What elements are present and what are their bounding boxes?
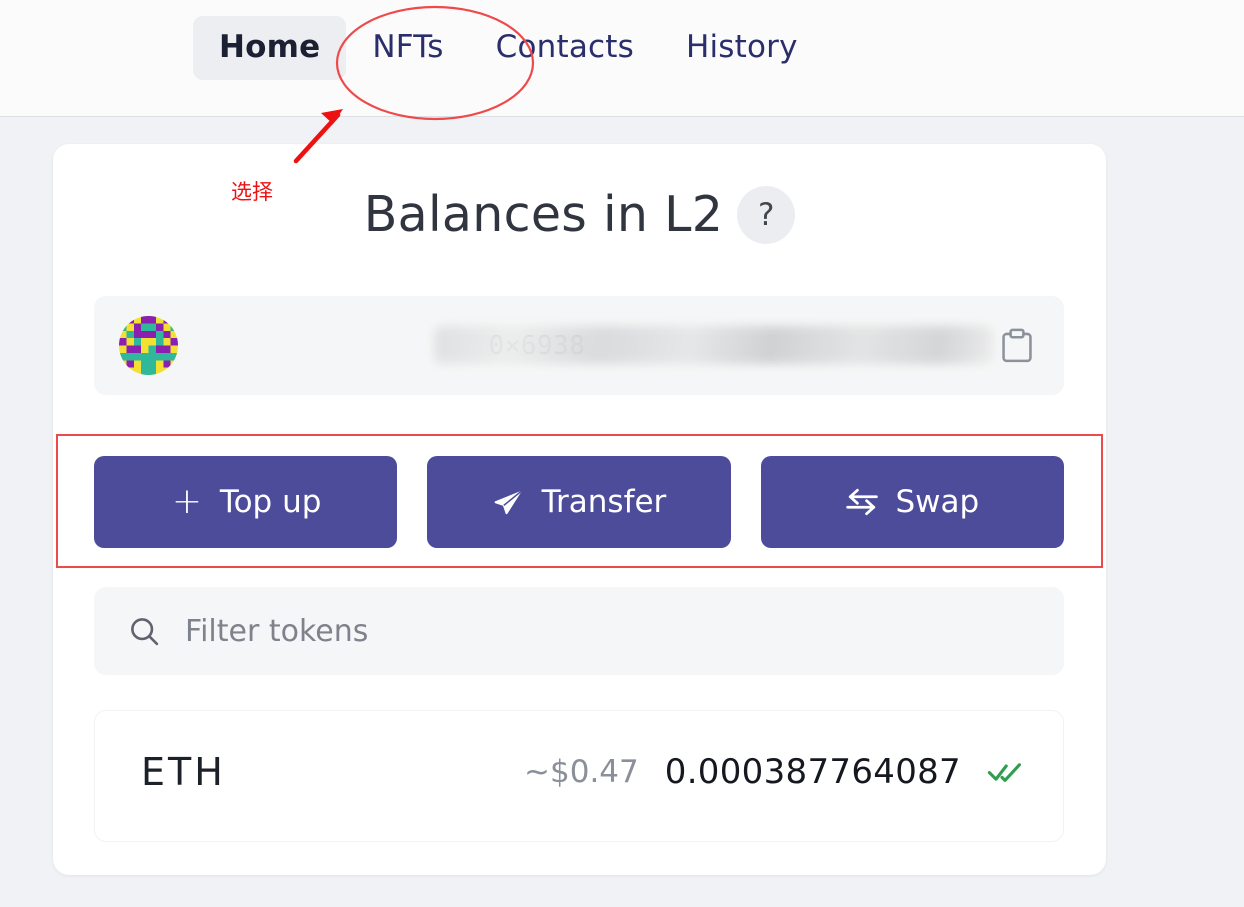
token-list: ETH ~$0.47 0.000387764087 <box>94 710 1064 842</box>
filter-tokens-input[interactable] <box>185 603 1064 659</box>
swap-label: Swap <box>895 484 980 520</box>
nav-tab-home-label: Home <box>219 29 321 65</box>
plus-icon: + <box>170 481 204 522</box>
address-redaction-blur <box>434 326 994 364</box>
token-filter-box[interactable] <box>94 587 1064 675</box>
nav-tab-history-label: History <box>685 29 798 65</box>
nav-tab-contacts[interactable]: Contacts <box>470 16 660 80</box>
transfer-label: Transfer <box>541 484 667 520</box>
account-address-row[interactable]: 0×6938 <box>94 296 1064 395</box>
paper-plane-svg <box>494 489 523 514</box>
token-symbol: ETH <box>141 750 226 794</box>
identicon-svg <box>119 316 178 375</box>
token-usd-value: ~$0.47 <box>524 754 639 790</box>
swap-arrows-svg <box>846 488 879 516</box>
top-up-label: Top up <box>219 484 322 520</box>
nav-tab-history[interactable]: History <box>660 16 824 80</box>
send-paper-plane-icon <box>492 485 526 519</box>
help-question-icon[interactable]: ? <box>737 186 796 244</box>
account-address-text-wrap: 0×6938 <box>178 296 994 395</box>
swap-arrows-icon <box>845 485 879 519</box>
nav-tab-list: Home NFTs Contacts History <box>193 16 824 80</box>
identicon-avatar-icon <box>119 316 178 375</box>
page-title: Balances in L2 <box>363 186 724 244</box>
plus-glyph: + <box>171 481 202 522</box>
double-check-svg <box>987 763 1021 782</box>
token-row-eth[interactable]: ETH ~$0.47 0.000387764087 <box>95 711 1063 833</box>
clipboard-copy-icon[interactable] <box>998 326 1036 366</box>
search-icon-svg <box>131 617 159 645</box>
search-icon <box>128 615 161 648</box>
double-check-verified-icon <box>987 757 1023 787</box>
nav-tab-contacts-label: Contacts <box>495 29 634 65</box>
token-values: ~$0.47 0.000387764087 <box>524 752 1023 792</box>
clipboard-copy-svg <box>1002 328 1032 362</box>
help-badge-label: ? <box>757 197 775 233</box>
nav-tab-home[interactable]: Home <box>193 16 347 80</box>
balances-card: Balances in L2 ? + Top up Transfer Swap … <box>53 144 1106 875</box>
action-button-group: + Top up Transfer Swap <box>94 456 1064 548</box>
token-amount: 0.000387764087 <box>664 752 961 792</box>
top-up-button[interactable]: + Top up <box>94 456 398 548</box>
nav-tab-nfts-label: NFTs <box>372 29 444 65</box>
transfer-button[interactable]: Transfer <box>427 456 731 548</box>
nav-tab-nfts[interactable]: NFTs <box>346 16 469 80</box>
top-navbar: Home NFTs Contacts History <box>0 0 1244 117</box>
swap-button[interactable]: Swap <box>760 456 1064 548</box>
card-header: Balances in L2 ? <box>53 186 1106 244</box>
